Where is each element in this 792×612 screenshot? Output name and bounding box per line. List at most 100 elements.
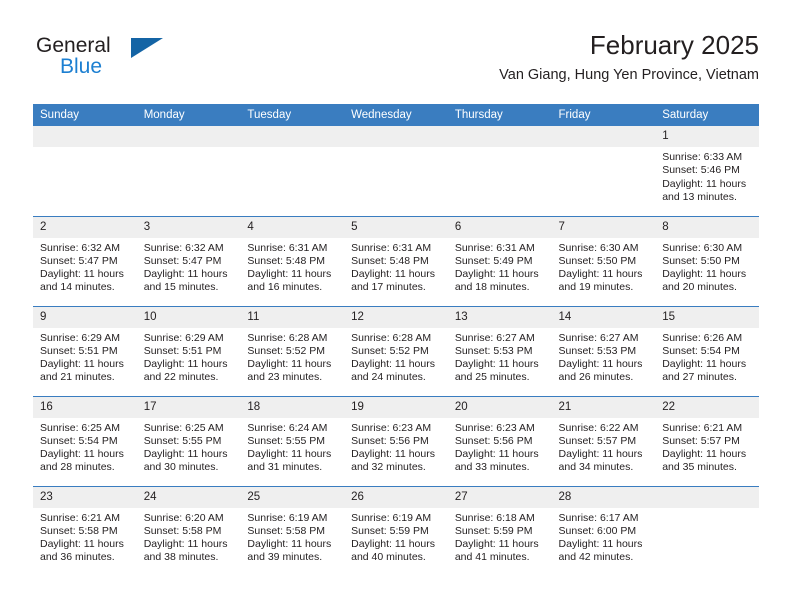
calendar-day-cell[interactable]: 18 Sunrise: 6:24 AM Sunset: 5:55 PM Dayligh… — [240, 395, 345, 486]
day-sun-info: Sunrise: 6:30 AM Sunset: 5:50 PM Daylight:… — [655, 238, 759, 295]
calendar-day-cell[interactable]: 17 Sunrise: 6:25 AM Sunset: 5:55 PM Dayligh… — [136, 395, 241, 486]
daylight-text: Daylight: 11 hours and 33 minutes. — [454, 448, 539, 474]
sunset-text: Sunset: 5:51 PM — [40, 344, 118, 357]
calendar-cell-empty — [447, 126, 552, 216]
calendar-cell-empty — [344, 126, 448, 216]
daylight-text: Daylight: 11 hours and 36 minutes. — [40, 538, 124, 564]
calendar-day-cell[interactable]: 15 Sunrise: 6:26 AM Sunset: 5:54 PM Dayligh… — [655, 305, 759, 396]
sunset-text: Sunset: 5:48 PM — [351, 254, 429, 267]
daylight-text: Daylight: 11 hours and 18 minutes. — [454, 268, 539, 294]
day-number: 27 — [447, 486, 552, 508]
calendar-day-cell[interactable]: 23 Sunrise: 6:21 AM Sunset: 5:58 PM Dayligh… — [33, 485, 137, 576]
day-number: 12 — [344, 306, 448, 328]
calendar-cell-empty-band — [240, 126, 345, 147]
calendar-day-cell[interactable]: 6 Sunrise: 6:31 AM Sunset: 5:49 PM Daylight… — [447, 215, 552, 306]
calendar-day-cell[interactable]: 1 Sunrise: 6:33 AM Sunset: 5:46 PM Daylight… — [655, 126, 759, 216]
weekday-header-row: Sunday Monday Tuesday Wednesday Thursday… — [33, 104, 759, 126]
sunrise-text: Sunrise: 6:29 AM — [143, 331, 224, 344]
calendar-day-cell[interactable]: 12 Sunrise: 6:28 AM Sunset: 5:52 PM Dayligh… — [344, 305, 448, 396]
calendar-day-cell[interactable]: 11 Sunrise: 6:28 AM Sunset: 5:52 PM Dayligh… — [240, 305, 345, 396]
sunset-text: Sunset: 5:51 PM — [143, 344, 222, 357]
calendar-day-cell[interactable]: 10 Sunrise: 6:29 AM Sunset: 5:51 PM Dayligh… — [136, 305, 241, 396]
sunrise-text: Sunrise: 6:32 AM — [40, 241, 120, 254]
sunrise-text: Sunrise: 6:33 AM — [662, 151, 743, 163]
daylight-text: Daylight: 11 hours and 32 minutes. — [351, 448, 435, 474]
calendar-cell-empty-band — [551, 126, 656, 147]
calendar-day-cell[interactable]: 14 Sunrise: 6:27 AM Sunset: 5:53 PM Dayligh… — [551, 305, 656, 396]
calendar-day-cell[interactable]: 13 Sunrise: 6:27 AM Sunset: 5:53 PM Dayligh… — [447, 305, 552, 396]
day-number: 18 — [240, 396, 345, 418]
calendar-day-cell[interactable]: 4 Sunrise: 6:31 AM Sunset: 5:48 PM Daylight… — [240, 215, 345, 306]
day-number: 20 — [447, 396, 552, 418]
day-number: 26 — [344, 486, 448, 508]
calendar-day-cell[interactable]: 24 Sunrise: 6:20 AM Sunset: 5:58 PM Dayligh… — [136, 485, 241, 576]
sunrise-text: Sunrise: 6:22 AM — [558, 421, 639, 434]
day-sun-info: Sunrise: 6:23 AM Sunset: 5:56 PM Daylight:… — [448, 418, 552, 475]
day-sun-info: Sunrise: 6:19 AM Sunset: 5:58 PM Daylight:… — [240, 508, 344, 565]
sunrise-text: Sunrise: 6:25 AM — [143, 421, 224, 434]
calendar-day-cell[interactable]: 22 Sunrise: 6:21 AM Sunset: 5:57 PM Dayligh… — [655, 395, 759, 486]
calendar-day-cell[interactable]: 9 Sunrise: 6:29 AM Sunset: 5:51 PM Daylight… — [33, 305, 137, 396]
daylight-text: Daylight: 11 hours and 15 minutes. — [143, 268, 228, 294]
day-number: 14 — [551, 306, 656, 328]
day-number: 16 — [33, 396, 137, 418]
sunrise-sunset-calendar: Sunday Monday Tuesday Wednesday Thursday… — [33, 104, 759, 576]
calendar-day-cell[interactable]: 16 Sunrise: 6:25 AM Sunset: 5:54 PM Dayligh… — [33, 395, 137, 486]
calendar-body: 1 Sunrise: 6:33 AM Sunset: 5:46 PM Daylight… — [33, 126, 759, 576]
calendar-day-cell[interactable]: 5 Sunrise: 6:31 AM Sunset: 5:48 PM Daylight… — [344, 215, 448, 306]
sunrise-text: Sunrise: 6:28 AM — [247, 331, 328, 344]
daylight-text: Daylight: 11 hours and 26 minutes. — [558, 358, 643, 384]
daylight-text: Daylight: 11 hours and 20 minutes. — [662, 268, 747, 294]
calendar-day-cell[interactable]: 21 Sunrise: 6:22 AM Sunset: 5:57 PM Dayligh… — [551, 395, 656, 486]
day-sun-info: Sunrise: 6:22 AM Sunset: 5:57 PM Daylight:… — [552, 418, 656, 475]
sunrise-text: Sunrise: 6:17 AM — [558, 511, 639, 524]
calendar-cell-empty — [33, 126, 137, 216]
calendar-day-cell[interactable]: 3 Sunrise: 6:32 AM Sunset: 5:47 PM Daylight… — [136, 215, 241, 306]
day-number: 11 — [240, 306, 345, 328]
sunrise-text: Sunrise: 6:18 AM — [454, 511, 535, 524]
calendar-cell-empty-band — [447, 126, 552, 147]
day-sun-info: Sunrise: 6:23 AM Sunset: 5:56 PM Daylight:… — [344, 418, 448, 475]
day-number: 3 — [136, 216, 241, 238]
logo-text-blue: Blue — [60, 55, 103, 78]
day-sun-info: Sunrise: 6:28 AM Sunset: 5:52 PM Daylight:… — [240, 328, 344, 385]
sunset-text: Sunset: 5:53 PM — [454, 344, 533, 357]
daylight-text: Daylight: 11 hours and 23 minutes. — [247, 358, 332, 384]
daylight-text: Daylight: 11 hours and 40 minutes. — [351, 538, 435, 564]
sunrise-text: Sunrise: 6:31 AM — [454, 241, 535, 254]
weekday-header-thursday: Thursday — [447, 104, 552, 126]
day-sun-info: Sunrise: 6:31 AM Sunset: 5:48 PM Daylight:… — [240, 238, 344, 295]
daylight-text: Daylight: 11 hours and 30 minutes. — [143, 448, 228, 474]
calendar-page: General Blue February 2025 Van Giang, Hu… — [0, 0, 792, 612]
calendar-day-cell[interactable]: 7 Sunrise: 6:30 AM Sunset: 5:50 PM Daylight… — [551, 215, 656, 306]
day-sun-info: Sunrise: 6:25 AM Sunset: 5:55 PM Daylight:… — [137, 418, 241, 475]
day-number: 5 — [344, 216, 448, 238]
day-number: 28 — [551, 486, 656, 508]
title-block: February 2025 Van Giang, Hung Yen Provin… — [499, 28, 759, 86]
sunset-text: Sunset: 5:52 PM — [351, 344, 429, 357]
calendar-day-cell[interactable]: 19 Sunrise: 6:23 AM Sunset: 5:56 PM Dayligh… — [344, 395, 448, 486]
weekday-header-monday: Monday — [136, 104, 241, 126]
calendar-day-cell[interactable]: 20 Sunrise: 6:23 AM Sunset: 5:56 PM Dayligh… — [447, 395, 552, 486]
sunrise-text: Sunrise: 6:23 AM — [454, 421, 535, 434]
sunset-text: Sunset: 6:00 PM — [558, 524, 637, 537]
calendar-cell-empty — [655, 485, 759, 576]
sunset-text: Sunset: 5:55 PM — [247, 434, 326, 447]
day-sun-info: Sunrise: 6:19 AM Sunset: 5:59 PM Daylight:… — [344, 508, 448, 565]
sunset-text: Sunset: 5:52 PM — [247, 344, 326, 357]
weekday-header-sunday: Sunday — [33, 104, 137, 126]
sunrise-text: Sunrise: 6:21 AM — [40, 511, 120, 524]
calendar-day-cell[interactable]: 8 Sunrise: 6:30 AM Sunset: 5:50 PM Daylight… — [655, 215, 759, 306]
day-number: 17 — [136, 396, 241, 418]
calendar-day-cell[interactable]: 26 Sunrise: 6:19 AM Sunset: 5:59 PM Dayligh… — [344, 485, 448, 576]
calendar-day-cell[interactable]: 27 Sunrise: 6:18 AM Sunset: 5:59 PM Dayligh… — [447, 485, 552, 576]
calendar-day-cell[interactable]: 28 Sunrise: 6:17 AM Sunset: 6:00 PM Dayligh… — [551, 485, 656, 576]
sunset-text: Sunset: 5:59 PM — [351, 524, 429, 537]
daylight-text: Daylight: 11 hours and 19 minutes. — [558, 268, 643, 294]
calendar-day-cell[interactable]: 2 Sunrise: 6:32 AM Sunset: 5:47 PM Daylight… — [33, 215, 137, 306]
calendar-day-cell[interactable]: 25 Sunrise: 6:19 AM Sunset: 5:58 PM Dayligh… — [240, 485, 345, 576]
day-sun-info: Sunrise: 6:26 AM Sunset: 5:54 PM Daylight:… — [655, 328, 759, 385]
day-sun-info: Sunrise: 6:32 AM Sunset: 5:47 PM Daylight:… — [137, 238, 241, 295]
day-sun-info: Sunrise: 6:33 AM Sunset: 5:46 PM Daylight:… — [655, 147, 759, 204]
general-blue-logo[interactable]: General Blue — [33, 34, 243, 92]
